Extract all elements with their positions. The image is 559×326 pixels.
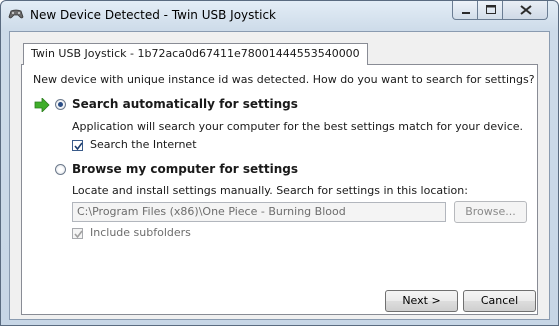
maximize-icon (486, 5, 496, 14)
search-auto-description: Application will search your computer fo… (72, 120, 524, 133)
next-button[interactable]: Next > (385, 290, 458, 312)
include-subfolders-label[interactable]: Include subfolders (90, 226, 191, 239)
dialog-window: New Device Detected - Twin USB Joystick … (0, 0, 559, 326)
browse-radio[interactable] (55, 164, 66, 175)
include-subfolders-checkbox[interactable] (72, 228, 83, 239)
browse-description: Locate and install settings manually. Se… (72, 184, 468, 197)
search-auto-title[interactable]: Search automatically for settings (72, 97, 298, 111)
search-internet-label[interactable]: Search the Internet (90, 138, 197, 151)
minimize-icon (462, 12, 470, 14)
settings-path-field[interactable]: C:\Program Files (x86)\One Piece - Burni… (72, 202, 446, 222)
gamepad-icon (8, 6, 24, 22)
cancel-button[interactable]: Cancel (463, 290, 536, 312)
search-internet-checkbox[interactable] (72, 140, 83, 151)
dialog-client-area: Twin USB Joystick - 1b72aca0d67411e78001… (9, 31, 550, 320)
browse-button[interactable]: Browse... (454, 201, 527, 223)
title-bar[interactable]: New Device Detected - Twin USB Joystick (1, 1, 558, 31)
checkmark-icon (74, 142, 83, 151)
search-auto-radio[interactable] (55, 99, 66, 110)
browse-title[interactable]: Browse my computer for settings (72, 162, 298, 176)
arrow-right-icon (34, 97, 50, 115)
maximize-button[interactable] (477, 1, 503, 20)
minimize-button[interactable] (452, 1, 478, 20)
close-icon (520, 5, 532, 15)
tab-device[interactable]: Twin USB Joystick - 1b72aca0d67411e78001… (23, 43, 368, 65)
tab-panel: New device with unique instance id was d… (21, 64, 538, 315)
checkmark-icon (74, 230, 83, 239)
close-button[interactable] (502, 1, 548, 20)
intro-text: New device with unique instance id was d… (33, 73, 535, 86)
window-title: New Device Detected - Twin USB Joystick (30, 8, 276, 22)
